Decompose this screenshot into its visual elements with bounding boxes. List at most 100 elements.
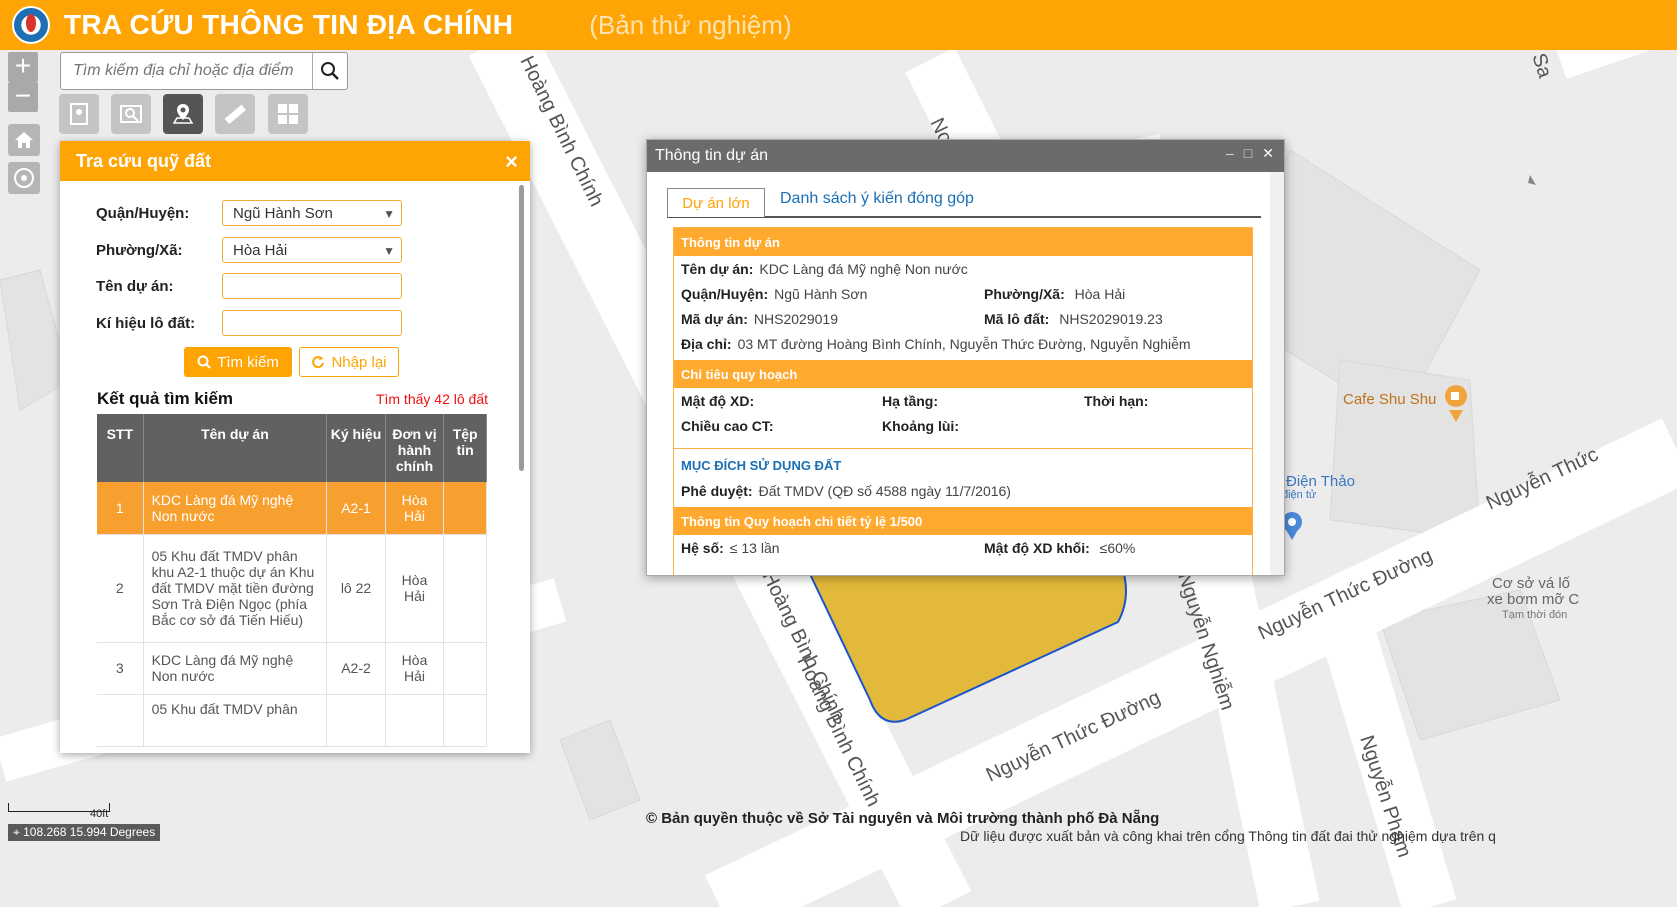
- col-code[interactable]: Ký hiệu: [326, 414, 386, 482]
- app-header: TRA CỨU THÔNG TIN ĐỊA CHÍNH (Bản thử ngh…: [0, 0, 1677, 50]
- app-subtitle: (Bản thử nghiệm): [589, 9, 792, 40]
- lot-code-value: NHS2029019.23: [1059, 310, 1163, 327]
- locate-button[interactable]: [8, 162, 40, 194]
- cell-unit: [385, 694, 445, 747]
- locate-icon: [14, 168, 34, 188]
- address-line: Địa chỉ: 03 MT đường Hoàng Bình Chính, N…: [674, 331, 1252, 356]
- table-header-row: STT Tên dự án Ký hiệu Đơn vị hành chính …: [97, 414, 487, 482]
- cell-unit: Hòa Hải: [385, 482, 445, 535]
- table-row[interactable]: 2 05 Khu đất TMDV phân khu A2-1 thuộc dự…: [97, 534, 487, 643]
- search-input[interactable]: [61, 53, 312, 89]
- planning-line-2: Chiều cao CT: Khoảng lùi:: [674, 413, 1252, 438]
- cell-stt: [97, 694, 144, 747]
- table-row[interactable]: 05 Khu đất TMDV phân: [97, 694, 487, 747]
- results-table: STT Tên dự án Ký hiệu Đơn vị hành chính …: [97, 414, 487, 747]
- coordinates-value: 108.268 15.994 Degrees: [23, 825, 156, 839]
- poi-cafe-label: Cafe Shu Shu: [1343, 391, 1436, 408]
- home-button[interactable]: [8, 124, 40, 156]
- zoom-in-button[interactable]: +: [8, 52, 38, 82]
- cell-name: KDC Làng đá Mỹ nghệ Non nước: [143, 482, 328, 535]
- scale-label: 40ft: [90, 808, 109, 820]
- panel-header: Tra cứu quỹ đất ×: [60, 141, 530, 181]
- parcel-search-tool[interactable]: [111, 94, 151, 134]
- table-row[interactable]: 1 KDC Làng đá Mỹ nghệ Non nước A2-1 Hòa …: [97, 482, 487, 535]
- poi-co-so-label-2: xe bơm mỡ C: [1487, 591, 1579, 608]
- cell-file: [443, 482, 487, 535]
- poi-co-so-label: Cơ sở vá lố: [1492, 575, 1571, 592]
- grid-icon: [278, 104, 298, 124]
- ratio-line: Hệ số: ≤ 13 lần Mật độ XD khối: ≤60%: [674, 535, 1252, 560]
- ward-value: Hòa Hải: [233, 242, 288, 259]
- maximize-icon[interactable]: □: [1244, 145, 1252, 162]
- refresh-icon: [312, 356, 325, 369]
- measure-tool[interactable]: [215, 94, 255, 134]
- cell-unit: Hòa Hải: [385, 642, 445, 695]
- district-label: Quận/Huyện:: [96, 204, 190, 222]
- project-name-line: Tên dự án: KDC Làng đá Mỹ nghệ Non nước: [674, 256, 1252, 281]
- results-count: Tìm thấy 42 lô đất: [375, 391, 488, 407]
- section-planning: Chỉ tiêu quy hoạch: [674, 360, 1252, 388]
- dlg-ward-label: Phường/Xã:: [984, 285, 1065, 302]
- height-label: Chiều cao CT:: [681, 417, 774, 434]
- project-info-dialog: Thông tin dự án – □ ✕ Dự án lớn Danh sác…: [646, 139, 1285, 576]
- cell-file: [443, 642, 487, 695]
- results-title: Kết quả tìm kiếm: [97, 389, 234, 408]
- dlg-district-value: Ngũ Hành Sơn: [774, 285, 868, 302]
- code-line: Mã dự án: NHS2029019 Mã lô đất: NHS20290…: [674, 306, 1252, 331]
- cell-name: 05 Khu đất TMDV phân khu A2-1 thuộc dự á…: [143, 534, 328, 643]
- cell-stt: 3: [97, 642, 144, 695]
- cell-code: A2-2: [326, 642, 386, 695]
- block-density-label: Mật độ XD khối:: [984, 539, 1090, 556]
- term-label: Thời hạn:: [1084, 392, 1149, 409]
- address-search: [60, 52, 348, 90]
- logo-icon: [12, 6, 50, 44]
- ruler-icon: [224, 104, 246, 125]
- land-lookup-tool[interactable]: [59, 94, 99, 134]
- reset-button[interactable]: Nhập lại: [299, 347, 399, 377]
- plot-label: Kí hiệu lô đất:: [96, 314, 196, 332]
- cell-stt: 1: [97, 482, 144, 535]
- approved-value: Đất TMDV (QĐ số 4588 ngày 11/7/2016): [758, 482, 1011, 499]
- cell-file: [443, 534, 487, 643]
- project-code-value: NHS2029019: [753, 310, 838, 327]
- dialog-scrollbar[interactable]: [1270, 172, 1284, 575]
- project-name-value: KDC Làng đá Mỹ nghệ Non nước: [759, 260, 968, 277]
- cell-unit: Hòa Hải: [385, 534, 445, 643]
- coordinates-readout: ⌖ 108.268 15.994 Degrees: [8, 824, 161, 841]
- panel-scrollbar[interactable]: [519, 185, 524, 471]
- col-name[interactable]: Tên dự án: [143, 414, 328, 482]
- location-pin-icon: [172, 104, 194, 124]
- tab-large-project[interactable]: Dự án lớn: [667, 188, 765, 217]
- layers-tool[interactable]: [268, 94, 308, 134]
- cell-code: lô 22: [326, 534, 386, 643]
- minimize-icon[interactable]: –: [1226, 145, 1234, 162]
- dialog-tabs: Dự án lớn Danh sách ý kiến đóng góp: [667, 184, 1261, 218]
- col-unit[interactable]: Đơn vị hành chính: [385, 414, 445, 482]
- district-select[interactable]: Ngũ Hành Sơn ▼: [222, 200, 402, 226]
- ward-select[interactable]: Hòa Hải ▼: [222, 237, 402, 263]
- plot-code-input[interactable]: [222, 310, 402, 336]
- reset-label: Nhập lại: [331, 353, 387, 371]
- panel-close-button[interactable]: ×: [505, 149, 518, 175]
- crosshair-icon: ⌖: [13, 825, 24, 839]
- lot-code-label: Mã lô đất:: [984, 310, 1050, 327]
- search-submit-button[interactable]: Tìm kiếm: [184, 347, 292, 377]
- search-button[interactable]: [312, 53, 347, 89]
- tab-feedback-list[interactable]: Danh sách ý kiến đóng góp: [780, 190, 974, 208]
- dialog-body: Thông tin dự án Tên dự án: KDC Làng đá M…: [673, 227, 1253, 575]
- ward-row: Phường/Xã: Hòa Hải ▼: [96, 237, 402, 263]
- search-icon: [321, 62, 339, 80]
- infrastructure-label: Hạ tầng:: [882, 392, 938, 409]
- col-stt[interactable]: STT: [97, 414, 144, 482]
- close-icon[interactable]: ✕: [1262, 145, 1274, 162]
- address-value: 03 MT đường Hoàng Bình Chính, Nguyễn Thứ…: [737, 335, 1191, 352]
- col-file[interactable]: Tệp tin: [443, 414, 487, 482]
- block-density-value: ≤60%: [1099, 539, 1136, 556]
- map-doc-icon: [70, 103, 88, 125]
- land-fund-tool[interactable]: [163, 94, 203, 134]
- zoom-out-button[interactable]: −: [8, 82, 38, 112]
- table-row[interactable]: 3 KDC Làng đá Mỹ nghệ Non nước A2-2 Hòa …: [97, 642, 487, 695]
- dlg-district-label: Quận/Huyện:: [681, 285, 769, 302]
- project-input[interactable]: [222, 273, 402, 299]
- poi-dien-thao-sub: điện tử: [1282, 489, 1317, 501]
